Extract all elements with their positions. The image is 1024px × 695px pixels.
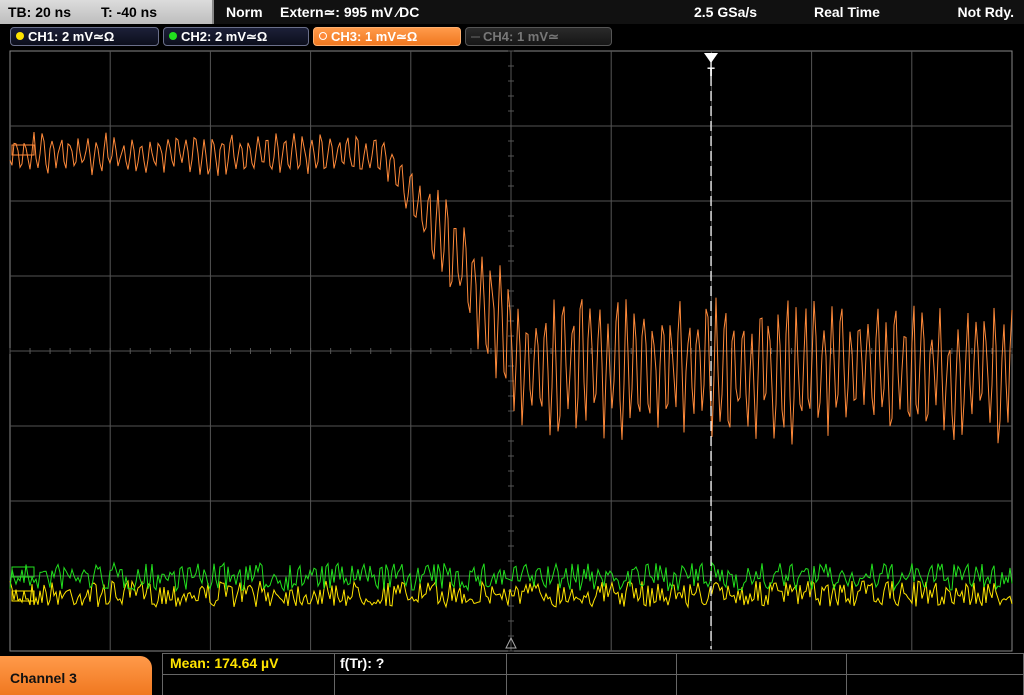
channel-2-label: CH2: 2 mV≃Ω <box>181 29 268 44</box>
measurement-cell <box>506 653 676 674</box>
channel-2-indicator-icon <box>169 32 177 40</box>
channel-3-menu-label: Channel 3 <box>10 670 77 686</box>
channel-4-indicator-icon <box>471 36 480 38</box>
channel-1-label: CH1: 2 mV≃Ω <box>28 29 115 44</box>
channel-4-tab[interactable]: CH4: 1 mV≃ <box>465 27 612 46</box>
channel-3-indicator-icon <box>319 32 327 40</box>
channel-2-tab[interactable]: CH2: 2 mV≃Ω <box>163 27 309 46</box>
measurement-cell <box>846 674 1024 695</box>
timebase-readout[interactable]: TB: 20 ns <box>8 4 71 20</box>
channel-3-tab[interactable]: CH3: 1 mV≃Ω <box>313 27 461 46</box>
status-bar: TB: 20 ns T: -40 ns Norm Extern≃: 995 mV… <box>0 0 1024 24</box>
channel-3-label: CH3: 1 mV≃Ω <box>331 29 418 44</box>
acquisition-state: Not Rdy. <box>957 4 1014 20</box>
timebase-box[interactable]: TB: 20 ns T: -40 ns <box>0 0 214 24</box>
measurement-table[interactable]: Mean: 174.64 µV f(Tr): ? <box>162 653 1024 695</box>
waveform-svg[interactable]: T <box>0 49 1024 653</box>
channel-3-menu-tab[interactable]: Channel 3 <box>0 656 152 695</box>
trigger-offset-readout[interactable]: T: -40 ns <box>101 4 157 20</box>
waveform-display[interactable]: T <box>0 49 1024 653</box>
measurement-cell <box>676 653 846 674</box>
channel-tabs: CH1: 2 mV≃Ω CH2: 2 mV≃Ω CH3: 1 mV≃Ω CH4:… <box>0 25 1024 49</box>
trigger-marker-label: T <box>707 65 715 79</box>
measurement-cell <box>506 674 676 695</box>
channel-1-tab[interactable]: CH1: 2 mV≃Ω <box>10 27 159 46</box>
trigger-mode[interactable]: Norm <box>226 4 263 20</box>
trigger-source[interactable]: Extern≃: 995 mV ∕DC <box>280 4 419 21</box>
measurement-cell <box>162 674 334 695</box>
measurement-cell <box>334 674 506 695</box>
channel-1-indicator-icon <box>16 32 24 40</box>
sample-rate[interactable]: 2.5 GSa/s <box>694 4 757 20</box>
measurement-cell <box>846 653 1024 674</box>
measurement-fall-time: f(Tr): ? <box>340 655 385 671</box>
measurement-bar: Channel 3 Mean: 174.64 µV f(Tr): ? <box>0 653 1024 695</box>
channel-4-label: CH4: 1 mV≃ <box>483 29 559 44</box>
measurement-cell <box>676 674 846 695</box>
measurement-mean: Mean: 174.64 µV <box>170 655 279 671</box>
acquisition-mode[interactable]: Real Time <box>814 4 880 20</box>
